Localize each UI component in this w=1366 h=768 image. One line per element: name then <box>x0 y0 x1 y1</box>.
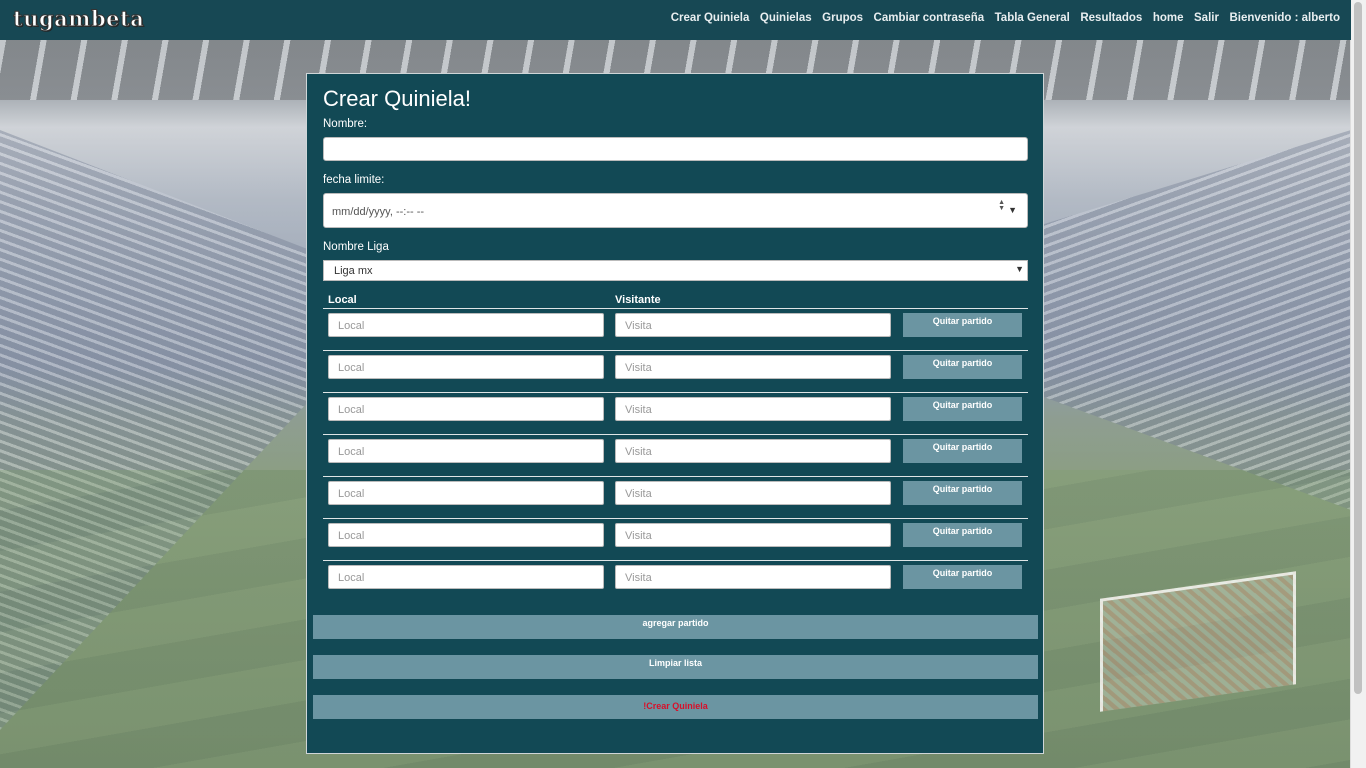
match-row: Local Visita Quitar partido <box>323 392 1028 435</box>
brand-logo[interactable]: tugambeta <box>12 6 144 32</box>
local-input[interactable]: Local <box>328 439 604 463</box>
visita-input[interactable]: Visita <box>615 439 891 463</box>
col-header-local: Local <box>328 294 357 306</box>
quitar-partido-button[interactable]: Quitar partido <box>903 523 1022 547</box>
page-title: Crear Quiniela! <box>323 86 471 111</box>
local-input[interactable]: Local <box>328 355 604 379</box>
fecha-limite-label: fecha limite: <box>323 174 385 186</box>
local-input[interactable]: Local <box>328 523 604 547</box>
nav-home[interactable]: home <box>1153 12 1184 24</box>
crear-quiniela-form: Crear Quiniela! Nombre: fecha limite: mm… <box>306 73 1044 754</box>
agregar-partido-button[interactable]: agregar partido <box>313 615 1038 639</box>
scrollbar-thumb[interactable] <box>1354 2 1362 694</box>
nav-salir[interactable]: Salir <box>1194 12 1219 24</box>
nav-quinielas[interactable]: Quinielas <box>760 12 812 24</box>
spinner-icon[interactable]: ▲ ▼ <box>998 199 1005 212</box>
match-row: Local Visita Quitar partido <box>323 308 1028 351</box>
visita-input[interactable]: Visita <box>615 355 891 379</box>
navbar: tugambeta Crear Quiniela Quinielas Grupo… <box>0 0 1351 40</box>
nombre-label: Nombre: <box>323 118 368 130</box>
stands-right <box>1041 130 1351 510</box>
nav-tabla-general[interactable]: Tabla General <box>995 12 1070 24</box>
quitar-partido-button[interactable]: Quitar partido <box>903 565 1022 589</box>
local-input[interactable]: Local <box>328 481 604 505</box>
page-scrollbar[interactable] <box>1350 0 1366 768</box>
crear-quiniela-button[interactable]: !Crear Quiniela <box>313 695 1038 719</box>
quitar-partido-button[interactable]: Quitar partido <box>903 397 1022 421</box>
match-row: Local Visita Quitar partido <box>323 476 1028 519</box>
quitar-partido-button[interactable]: Quitar partido <box>903 313 1022 337</box>
visita-input[interactable]: Visita <box>615 397 891 421</box>
local-input[interactable]: Local <box>328 565 604 589</box>
match-row: Local Visita Quitar partido <box>323 518 1028 561</box>
nombre-liga-label: Nombre Liga <box>323 241 389 253</box>
nav-cambiar-contrasena[interactable]: Cambiar contraseña <box>874 12 985 24</box>
nav-links: Crear Quiniela Quinielas Grupos Cambiar … <box>660 12 1340 24</box>
match-row: Local Visita Quitar partido <box>323 434 1028 477</box>
liga-select[interactable]: Liga mx ▼ <box>323 260 1028 281</box>
nav-resultados[interactable]: Resultados <box>1080 12 1142 24</box>
visita-input[interactable]: Visita <box>615 523 891 547</box>
quitar-partido-button[interactable]: Quitar partido <box>903 439 1022 463</box>
match-row: Local Visita Quitar partido <box>323 350 1028 393</box>
nav-crear-quiniela[interactable]: Crear Quiniela <box>671 12 750 24</box>
chevron-down-icon: ▼ <box>1015 264 1024 274</box>
visita-input[interactable]: Visita <box>615 313 891 337</box>
col-header-visitante: Visitante <box>615 294 661 306</box>
quitar-partido-button[interactable]: Quitar partido <box>903 355 1022 379</box>
match-row: Local Visita Quitar partido <box>323 560 1028 603</box>
limpiar-lista-button[interactable]: Limpiar lista <box>313 655 1038 679</box>
liga-selected-value: Liga mx <box>334 265 373 277</box>
quitar-partido-button[interactable]: Quitar partido <box>903 481 1022 505</box>
nav-grupos[interactable]: Grupos <box>822 12 863 24</box>
fecha-placeholder: mm/dd/yyyy, --:-- -- <box>332 206 425 218</box>
visita-input[interactable]: Visita <box>615 481 891 505</box>
fecha-limite-input[interactable]: mm/dd/yyyy, --:-- -- ▲ ▼ ▼ <box>323 193 1028 228</box>
nombre-input[interactable] <box>323 137 1028 161</box>
visita-input[interactable]: Visita <box>615 565 891 589</box>
nav-welcome-user[interactable]: Bienvenido : alberto <box>1229 12 1340 24</box>
calendar-dropdown-icon[interactable]: ▼ <box>1008 205 1017 215</box>
local-input[interactable]: Local <box>328 313 604 337</box>
local-input[interactable]: Local <box>328 397 604 421</box>
